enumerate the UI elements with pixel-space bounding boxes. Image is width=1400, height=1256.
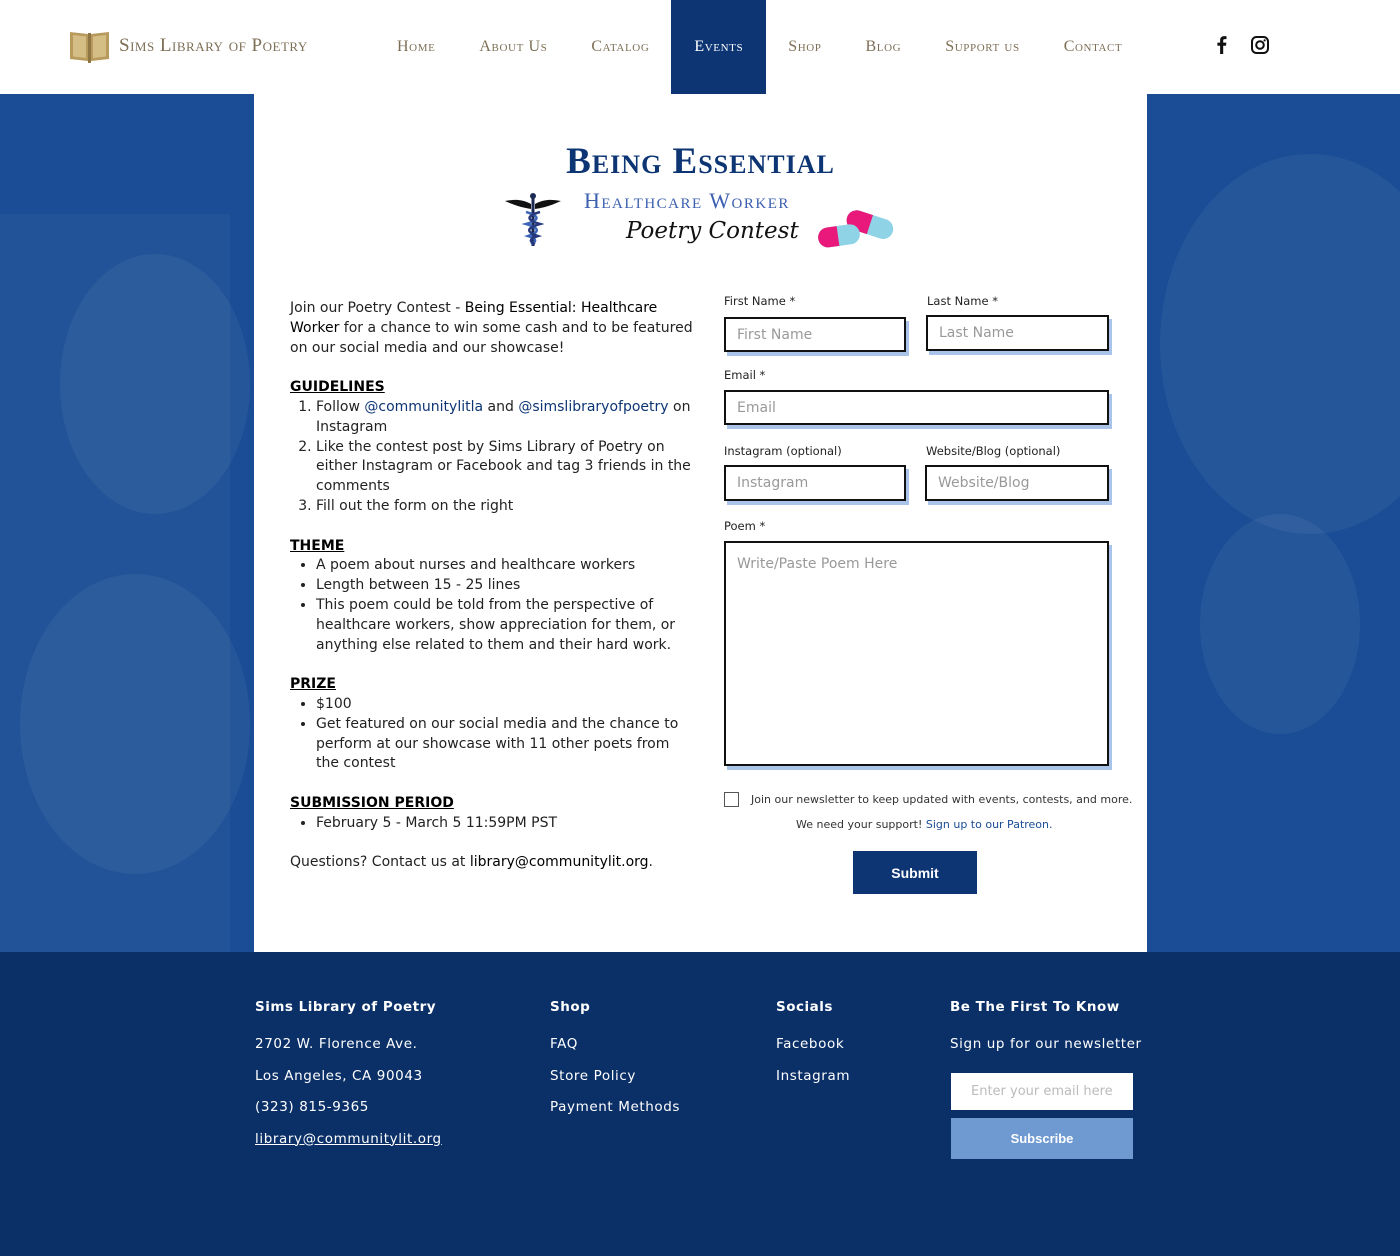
- nav-shop[interactable]: Shop: [766, 0, 843, 94]
- list-item: Fill out the form on the right: [316, 497, 695, 517]
- list-item: Follow @communitylitla and @simslibraryo…: [316, 398, 695, 438]
- caduceus-icon: [504, 190, 562, 252]
- contest-description: Join our Poetry Contest - Being Essentia…: [290, 299, 695, 893]
- last-name-field[interactable]: Last Name: [926, 315, 1109, 351]
- poem-label: Poem *: [724, 519, 766, 533]
- newsletter-checkbox[interactable]: [724, 792, 739, 807]
- footer-phone: (323) 815-9365: [255, 1099, 369, 1115]
- contest-intro: Join our Poetry Contest - Being Essentia…: [290, 300, 693, 356]
- footer-city-line: Los Angeles, CA 90043: [255, 1067, 423, 1084]
- theme-heading: THEME: [290, 537, 345, 554]
- submission-period-heading: SUBMISSION PERIOD: [290, 794, 454, 811]
- theme-section: THEME A poem about nurses and healthcare…: [290, 537, 695, 656]
- footer-payment-methods-link[interactable]: Payment Methods: [550, 1098, 680, 1118]
- submission-period-section: SUBMISSION PERIOD February 5 - March 5 1…: [290, 794, 695, 834]
- footer-newsletter-column: Be The First To Know Sign up for our new…: [950, 999, 1142, 1067]
- prize-list: $100 Get featured on our social media an…: [290, 695, 695, 774]
- list-item: This poem could be told from the perspec…: [316, 596, 695, 655]
- theme-list: A poem about nurses and healthcare worke…: [290, 556, 695, 655]
- site-header: Sims Library of Poetry Home About Us Cat…: [0, 0, 1400, 94]
- first-name-field[interactable]: First Name: [724, 317, 906, 352]
- simslibraryofpoetry-link[interactable]: @simslibraryofpoetry: [518, 399, 668, 415]
- period-list: February 5 - March 5 11:59PM PST: [290, 814, 695, 834]
- instagram-icon[interactable]: [1250, 35, 1270, 55]
- brand-name: Sims Library of Poetry: [119, 35, 308, 56]
- first-name-label: First Name *: [724, 294, 796, 308]
- pills-icon: [816, 204, 898, 254]
- nav-catalog[interactable]: Catalog: [569, 0, 671, 94]
- nav-support-us[interactable]: Support us: [923, 0, 1041, 94]
- contact-note: Questions? Contact us at library@communi…: [290, 854, 653, 871]
- prize-section: PRIZE $100 Get featured on our social me…: [290, 675, 695, 774]
- footer-email-input[interactable]: Enter your email here: [951, 1073, 1133, 1110]
- instagram-field[interactable]: Instagram: [724, 465, 906, 501]
- website-label: Website/Blog (optional): [926, 444, 1061, 458]
- nav-contact[interactable]: Contact: [1042, 0, 1145, 94]
- poem-textarea[interactable]: Write/Paste Poem Here: [724, 541, 1109, 766]
- guidelines-list: Follow @communitylitla and @simslibraryo…: [290, 398, 695, 517]
- nav-about-us[interactable]: About Us: [457, 0, 569, 94]
- contest-tagline: Poetry Contest: [626, 218, 799, 244]
- header-social-links: [1212, 35, 1270, 55]
- contest-title: Being Essential: [566, 141, 835, 182]
- guidelines-heading: GUIDELINES: [290, 379, 385, 396]
- footer-socials-heading: Socials: [776, 999, 833, 1015]
- footer-faq-link[interactable]: FAQ: [550, 1035, 680, 1055]
- main-nav: Home About Us Catalog Events Shop Blog S…: [375, 0, 1144, 94]
- facebook-icon[interactable]: [1212, 35, 1232, 55]
- email-field[interactable]: Email: [724, 390, 1109, 425]
- instagram-label: Instagram (optional): [724, 444, 842, 458]
- footer-store-policy-link[interactable]: Store Policy: [550, 1067, 680, 1087]
- last-name-label: Last Name *: [927, 294, 998, 308]
- open-book-icon: [68, 28, 111, 64]
- support-note: We need your support! Sign up to our Pat…: [796, 818, 1053, 831]
- contact-email-link[interactable]: library@communitylit.org: [470, 854, 649, 870]
- list-item: Like the contest post by Sims Library of…: [316, 438, 695, 497]
- footer-address-line: 2702 W. Florence Ave.: [255, 1036, 418, 1052]
- footer-brand-heading: Sims Library of Poetry: [255, 999, 437, 1015]
- footer-facebook-link[interactable]: Facebook: [776, 1035, 850, 1055]
- list-item: $100: [316, 695, 695, 715]
- footer-newsletter-heading: Be The First To Know: [950, 999, 1120, 1015]
- list-item: Length between 15 - 25 lines: [316, 576, 695, 596]
- contest-card: Being Essential Healthcare Worker Poetry…: [254, 94, 1147, 952]
- footer-contact-column: Sims Library of Poetry 2702 W. Florence …: [255, 999, 442, 1161]
- list-item: February 5 - March 5 11:59PM PST: [316, 814, 695, 834]
- contest-subtitle: Healthcare Worker: [584, 188, 790, 213]
- site-logo[interactable]: Sims Library of Poetry: [68, 28, 308, 64]
- nav-events[interactable]: Events: [671, 0, 767, 94]
- footer-shop-heading: Shop: [550, 999, 591, 1015]
- nav-blog[interactable]: Blog: [844, 0, 924, 94]
- website-field[interactable]: Website/Blog: [925, 465, 1109, 501]
- footer-email-link[interactable]: library@communitylit.org: [255, 1130, 442, 1150]
- patreon-link[interactable]: Sign up to our Patreon.: [926, 818, 1053, 831]
- newsletter-checkbox-label: Join our newsletter to keep updated with…: [751, 793, 1133, 806]
- email-label: Email *: [724, 368, 766, 382]
- footer-socials-column: Socials Facebook Instagram: [776, 999, 850, 1098]
- footer-shop-column: Shop FAQ Store Policy Payment Methods: [550, 999, 680, 1130]
- prize-heading: PRIZE: [290, 676, 336, 693]
- list-item: Get featured on our social media and the…: [316, 715, 695, 774]
- footer-instagram-link[interactable]: Instagram: [776, 1067, 850, 1087]
- nav-home[interactable]: Home: [375, 0, 457, 94]
- site-footer: Sims Library of Poetry 2702 W. Florence …: [0, 952, 1400, 1256]
- list-item: A poem about nurses and healthcare worke…: [316, 556, 695, 576]
- footer-newsletter-text: Sign up for our newsletter: [950, 1036, 1142, 1052]
- guidelines-section: GUIDELINES Follow @communitylitla and @s…: [290, 378, 695, 517]
- subscribe-button[interactable]: Subscribe: [951, 1118, 1133, 1159]
- submit-button[interactable]: Submit: [853, 851, 977, 894]
- communitylitla-link[interactable]: @communitylitla: [364, 399, 483, 415]
